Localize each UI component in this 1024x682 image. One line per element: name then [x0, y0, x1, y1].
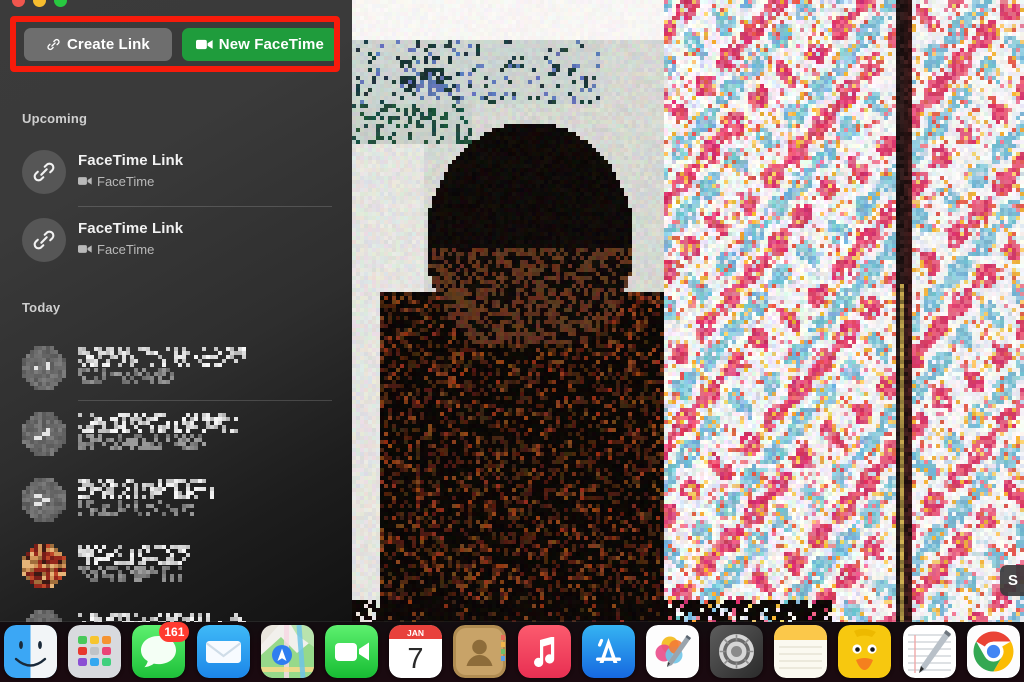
video-camera-icon — [196, 38, 213, 51]
list-item[interactable]: FaceTime Link FaceTime — [0, 138, 352, 206]
link-icon — [22, 150, 66, 194]
list-item[interactable] — [0, 536, 352, 602]
app-store-icon — [582, 625, 635, 678]
redacted-subtitle — [78, 368, 174, 384]
contact-avatar-icon — [22, 412, 66, 456]
dock-item-messages[interactable]: 161 — [132, 625, 185, 678]
dock-item-chrome[interactable] — [967, 625, 1020, 678]
redacted-title — [78, 479, 214, 499]
mail-icon — [197, 625, 250, 678]
redacted-title — [78, 413, 238, 433]
textedit-icon — [903, 625, 956, 678]
contact-avatar-icon — [22, 478, 66, 522]
list-item[interactable] — [0, 338, 352, 404]
video-camera-icon — [78, 242, 92, 257]
video-preview[interactable]: S — [352, 0, 1024, 622]
redacted-title — [78, 347, 246, 367]
maps-icon — [261, 625, 314, 678]
dock-item-launchpad[interactable] — [68, 625, 121, 678]
new-facetime-button[interactable]: New FaceTime — [182, 28, 338, 61]
link-icon — [22, 218, 66, 262]
sidebar-toggle-button[interactable]: S — [1000, 565, 1024, 596]
duck-icon — [838, 625, 891, 678]
music-icon — [518, 625, 571, 678]
dock-item-notes[interactable] — [774, 625, 827, 678]
dock-item-textedit[interactable] — [903, 625, 956, 678]
redacted-subtitle — [78, 434, 206, 450]
facetime-sidebar: Create Link New FaceTime Upcoming — [0, 0, 352, 622]
preview-markup-icon — [646, 625, 699, 678]
dock-item-mail[interactable] — [197, 625, 250, 678]
system-settings-gear-icon — [710, 625, 763, 678]
calendar-icon: JAN 7 — [389, 625, 442, 678]
dock-item-calendar[interactable]: JAN 7 — [389, 625, 442, 678]
chrome-icon — [967, 625, 1020, 678]
screen: Create Link New FaceTime Upcoming — [0, 0, 1024, 682]
list-item[interactable] — [0, 404, 352, 470]
list-item-title: FaceTime Link — [78, 220, 183, 237]
svg-text:JAN: JAN — [407, 628, 424, 638]
list-item[interactable]: FaceTime Link FaceTime — [0, 206, 352, 274]
create-link-label: Create Link — [67, 36, 150, 53]
launchpad-icon — [68, 625, 121, 678]
photo-avatar-icon — [22, 544, 66, 588]
contacts-icon — [453, 625, 506, 678]
facetime-toolbar: Create Link New FaceTime — [24, 28, 338, 61]
dock-item-facetime[interactable] — [325, 625, 378, 678]
section-header-upcoming: Upcoming — [22, 111, 87, 126]
close-button[interactable] — [12, 0, 25, 7]
list-item-subtitle-text: FaceTime — [97, 242, 154, 257]
minimize-button[interactable] — [33, 0, 46, 7]
zoom-button[interactable] — [54, 0, 67, 7]
list-item-subtitle-text: FaceTime — [97, 174, 154, 189]
video-camera-icon — [78, 174, 92, 189]
dock-item-preview[interactable] — [646, 625, 699, 678]
dock-item-maps[interactable] — [261, 625, 314, 678]
window-traffic-lights — [12, 0, 67, 7]
redacted-title — [78, 545, 190, 565]
list-item[interactable] — [0, 602, 352, 622]
messages-badge: 161 — [159, 622, 189, 642]
list-item-title: FaceTime Link — [78, 152, 183, 169]
list-item-subtitle: FaceTime — [78, 242, 154, 257]
dock-item-music[interactable] — [518, 625, 571, 678]
redacted-subtitle — [78, 566, 182, 582]
redacted-subtitle — [78, 500, 198, 516]
list-item[interactable] — [0, 470, 352, 536]
contact-avatar-icon — [22, 346, 66, 390]
macos-dock: 161 — [0, 622, 1024, 682]
dock-item-contacts[interactable] — [453, 625, 506, 678]
finder-icon — [4, 625, 57, 678]
dock-item-finder[interactable] — [4, 625, 57, 678]
new-facetime-label: New FaceTime — [219, 36, 324, 53]
facetime-window: Create Link New FaceTime Upcoming — [0, 0, 1024, 622]
link-icon — [46, 37, 61, 52]
facetime-icon — [325, 625, 378, 678]
section-header-today: Today — [22, 300, 60, 315]
camera-feed-canvas — [352, 0, 1024, 622]
sidebar-toggle-label: S — [1008, 572, 1018, 589]
svg-text:7: 7 — [408, 643, 424, 675]
notes-icon — [774, 625, 827, 678]
dock-item-duck[interactable] — [838, 625, 891, 678]
dock-item-system-settings[interactable] — [710, 625, 763, 678]
list-item-subtitle: FaceTime — [78, 174, 154, 189]
dock-item-app-store[interactable] — [582, 625, 635, 678]
create-link-button[interactable]: Create Link — [24, 28, 172, 61]
list-separator — [78, 400, 332, 401]
